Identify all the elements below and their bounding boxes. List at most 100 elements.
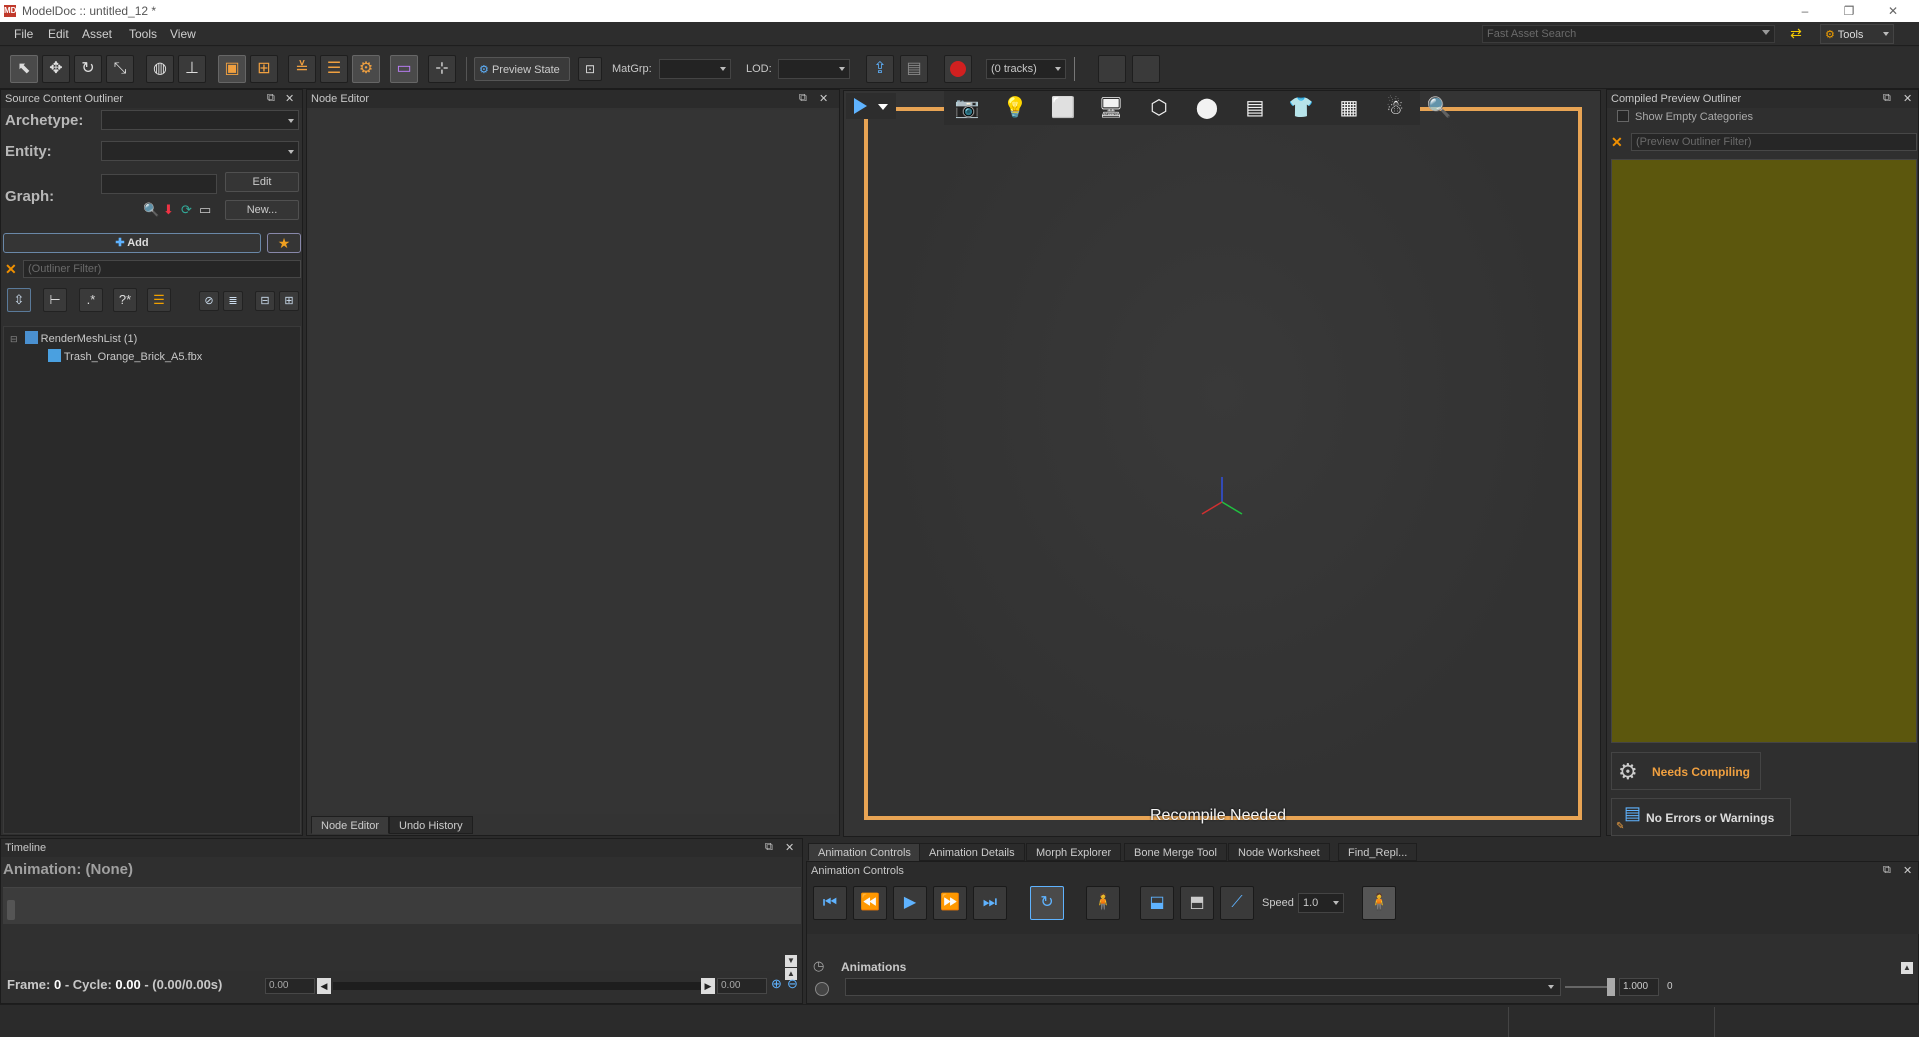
range-right-arrow-icon[interactable]: ▶: [701, 978, 715, 994]
shapes-icon[interactable]: ⬤: [1190, 95, 1224, 121]
tab-animation-controls[interactable]: Animation Controls: [808, 843, 921, 861]
rotate-tool-button[interactable]: ↻: [74, 55, 102, 83]
weight-slider-handle[interactable]: [1607, 978, 1615, 996]
undock-icon[interactable]: ⧉: [765, 841, 773, 854]
pivot-button[interactable]: ⊥: [178, 55, 206, 83]
clear-filter-icon[interactable]: ✕: [5, 261, 17, 278]
save-button[interactable]: ▤: [900, 55, 928, 83]
start-frame-input[interactable]: 0.00: [265, 978, 315, 994]
person-button[interactable]: 🧍: [1362, 886, 1396, 920]
animation-radio[interactable]: [815, 982, 829, 996]
matgrp-select[interactable]: [659, 59, 731, 79]
weight-input[interactable]: 1.000: [1619, 978, 1659, 996]
preview-outliner-filter-input[interactable]: (Preview Outliner Filter): [1631, 133, 1917, 151]
close-icon[interactable]: ✕: [1903, 92, 1912, 105]
new-graph-button[interactable]: New...: [225, 200, 299, 220]
blend-button-1[interactable]: ⬓: [1140, 886, 1174, 920]
step-back-button[interactable]: ⏪: [853, 886, 887, 920]
scroll-down-icon[interactable]: ▼: [785, 955, 797, 967]
animation-select[interactable]: [845, 978, 1561, 996]
record-button[interactable]: [944, 55, 972, 83]
tab-node-worksheet[interactable]: Node Worksheet: [1228, 843, 1330, 861]
hierarchy-button[interactable]: ☰: [320, 55, 348, 83]
graph-field[interactable]: [101, 174, 217, 194]
go-to-end-button[interactable]: ⏭: [973, 886, 1007, 920]
move-tool-button[interactable]: ✥: [42, 55, 70, 83]
menu-view[interactable]: View: [170, 27, 196, 41]
viewport-panel[interactable]: 📷 💡 ⬜ 🖥 ⬡ ⬤ ▤ 👕 ▦ ☃ 🔍 Recompile Needed: [843, 90, 1601, 837]
skeleton-icon[interactable]: ☃: [1378, 95, 1412, 121]
range-left-arrow-icon[interactable]: ◀: [317, 978, 331, 994]
timeline-playhead[interactable]: [7, 900, 15, 920]
end-frame-input[interactable]: 0.00: [717, 978, 767, 994]
zoom-out-icon[interactable]: ⊖: [787, 976, 798, 992]
favorite-star-button[interactable]: ★: [267, 233, 301, 253]
expand-all-button[interactable]: ⊞: [279, 291, 299, 311]
close-icon[interactable]: ✕: [285, 92, 294, 105]
timeline-track[interactable]: ▲: [3, 887, 801, 980]
close-icon[interactable]: ✕: [819, 92, 828, 105]
grid-view-icon[interactable]: ▦: [1332, 95, 1366, 121]
maximize-button[interactable]: ❐: [1834, 2, 1864, 20]
bones-button[interactable]: ≚: [288, 55, 316, 83]
archetype-select[interactable]: [101, 110, 299, 130]
viewport-canvas[interactable]: [864, 107, 1582, 820]
pose-button[interactable]: 🧍: [1086, 886, 1120, 920]
film-button[interactable]: ▭: [390, 55, 418, 83]
play-button[interactable]: ▶: [893, 886, 927, 920]
range-slider[interactable]: [333, 982, 701, 990]
blend-button-3[interactable]: ⟋: [1220, 886, 1254, 920]
menu-asset[interactable]: Asset: [82, 27, 112, 41]
tree-view-button[interactable]: ⊢: [43, 288, 67, 312]
zoom-icon[interactable]: 🔍: [1422, 95, 1456, 121]
node-editor-canvas[interactable]: [309, 110, 837, 814]
tree-item-rendermeshlist[interactable]: ⊟ RenderMeshList (1): [10, 331, 300, 347]
document-icon[interactable]: ▤: [1238, 95, 1272, 121]
fast-asset-search-input[interactable]: Fast Asset Search: [1482, 25, 1775, 43]
needs-compiling-button[interactable]: ⚙ Needs Compiling: [1611, 752, 1761, 790]
entity-select[interactable]: [101, 141, 299, 161]
list-button[interactable]: ☰: [147, 288, 171, 312]
collapse-icon[interactable]: ⊟: [10, 334, 18, 344]
wildcard-button[interactable]: .*: [79, 288, 103, 312]
menu-edit[interactable]: Edit: [48, 27, 69, 41]
close-button[interactable]: ✕: [1878, 2, 1908, 20]
tree-item-fbx[interactable]: Trash_Orange_Brick_A5.fbx: [48, 349, 298, 365]
filter-toggle-button[interactable]: ⊘: [199, 291, 219, 311]
swap-arrows-icon[interactable]: ⇄: [1786, 25, 1806, 43]
scroll-up-icon[interactable]: ▲: [1901, 962, 1913, 974]
zoom-in-icon[interactable]: ⊕: [771, 976, 782, 992]
outline-view-button[interactable]: ⇳: [7, 288, 31, 312]
camera-icon[interactable]: 📷: [950, 95, 984, 121]
tab-animation-details[interactable]: Animation Details: [919, 843, 1025, 861]
go-to-start-button[interactable]: ⏮: [813, 886, 847, 920]
step-forward-button[interactable]: ⏩: [933, 886, 967, 920]
outliner-filter-input[interactable]: (Outliner Filter): [23, 260, 301, 278]
undock-icon[interactable]: ⧉: [267, 92, 275, 105]
graph-copy-icon[interactable]: ⟳: [181, 202, 192, 218]
filter-list-button[interactable]: ≣: [223, 291, 243, 311]
graph-tools-icon[interactable]: 🔍: [143, 202, 159, 218]
edit-button[interactable]: Edit: [225, 172, 299, 192]
box-snap-button[interactable]: ▣: [218, 55, 246, 83]
scale-tool-button[interactable]: ⤡: [106, 55, 134, 83]
shirt-icon[interactable]: 👕: [1284, 95, 1318, 121]
wireframe-cube-icon[interactable]: ⬡: [1142, 95, 1176, 121]
empty-button-2[interactable]: [1132, 55, 1160, 83]
display-icon[interactable]: 🖥: [1094, 95, 1128, 121]
chevron-down-icon[interactable]: [1762, 30, 1770, 35]
loop-button[interactable]: ↻: [1030, 886, 1064, 920]
regex-button[interactable]: ?*: [113, 288, 137, 312]
menu-tools[interactable]: Tools: [129, 27, 157, 41]
collapse-all-button[interactable]: ⊟: [255, 291, 275, 311]
no-errors-button[interactable]: ▤ ✎ No Errors or Warnings: [1611, 798, 1791, 836]
close-icon[interactable]: ✕: [785, 841, 794, 854]
speed-select[interactable]: 1.0: [1298, 893, 1344, 913]
tab-bone-merge-tool[interactable]: Bone Merge Tool: [1124, 843, 1227, 861]
play-dropdown[interactable]: [846, 93, 896, 119]
select-tool-button[interactable]: ⬉: [10, 55, 38, 83]
local-space-button[interactable]: ◍: [146, 55, 174, 83]
timeline-scrubber[interactable]: [3, 888, 801, 924]
tab-undo-history[interactable]: Undo History: [389, 816, 473, 834]
export-button[interactable]: ⇪: [866, 55, 894, 83]
